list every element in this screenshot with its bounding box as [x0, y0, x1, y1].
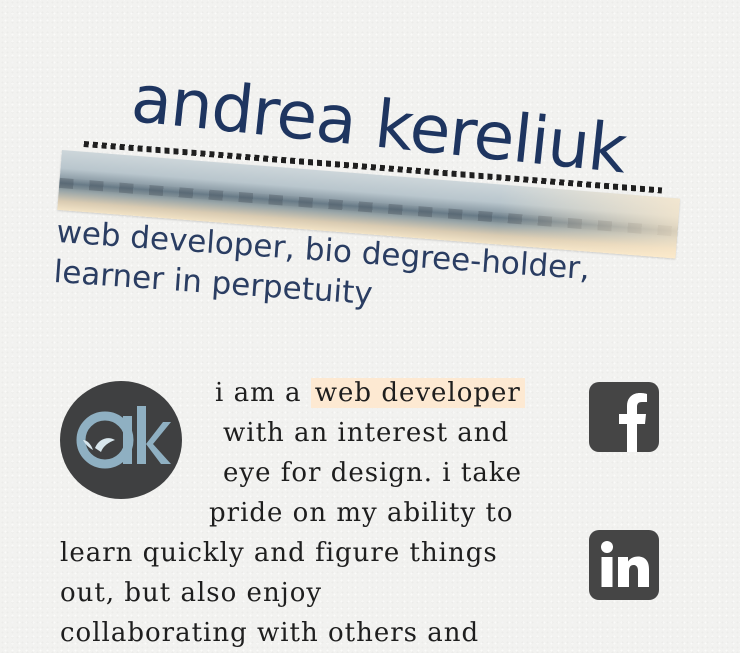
bio-line-6: out, but also enjoy: [60, 578, 323, 608]
bio-line-4: pride on my ability to: [209, 498, 514, 528]
bio-paragraph: i am a web developer with an interest an…: [60, 373, 560, 653]
header: andrea kereliuk web developer, bio degre…: [0, 0, 740, 330]
linkedin-icon: [601, 541, 649, 587]
bio-intro: i am a: [215, 378, 302, 408]
bio-line-3: eye for design. i take: [223, 458, 522, 488]
facebook-link[interactable]: [589, 382, 659, 452]
facebook-icon: [619, 393, 647, 452]
linkedin-link[interactable]: [589, 530, 659, 600]
bio-line-1: i am a web developer: [60, 373, 560, 413]
bio-highlight: web developer: [310, 378, 525, 408]
bio-line-2: with an interest and: [223, 418, 510, 448]
bio-line-7: collaborating with others and: [60, 618, 480, 648]
bio-line-5: learn quickly and figure things: [60, 538, 498, 568]
